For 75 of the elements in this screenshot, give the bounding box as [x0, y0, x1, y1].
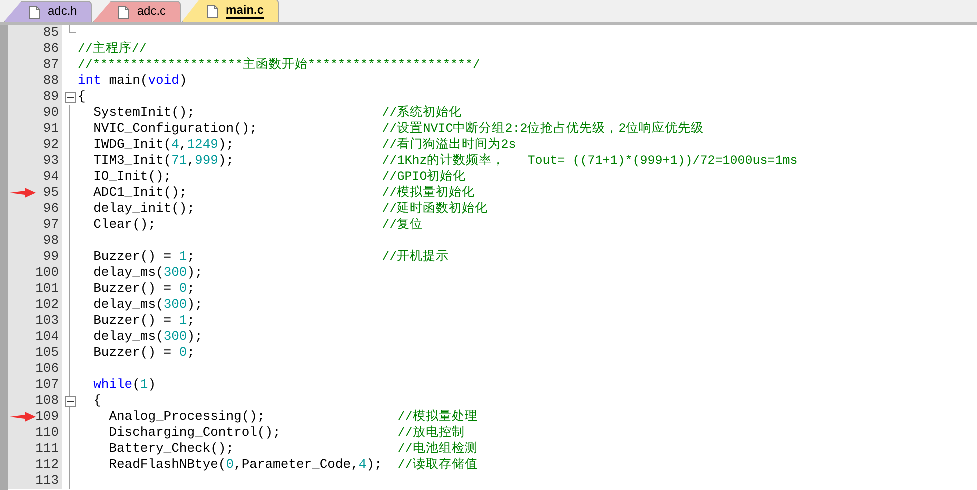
line-number: 103 — [8, 313, 62, 329]
line-number: 92 — [8, 137, 62, 153]
line-number: 100 — [8, 265, 62, 281]
line-number: 90 — [8, 105, 62, 121]
code-text: Battery_Check(); — [109, 441, 236, 457]
code-text: Buzzer() = 1; — [94, 313, 196, 329]
line-number: 88 — [8, 73, 62, 89]
code-comment: //复位 — [382, 217, 424, 233]
line-number: 109 — [8, 409, 62, 425]
code-text: delay_init(); — [94, 201, 196, 217]
line-number: 102 — [8, 297, 62, 313]
code-text: Analog_Processing(); — [109, 409, 266, 425]
line-number: 101 — [8, 281, 62, 297]
code-comment: //系统初始化 — [382, 105, 462, 121]
code-text: TIM3_Init(71,999); — [94, 153, 236, 169]
collapse-toggle[interactable] — [64, 92, 76, 102]
code-comment: //主程序// — [78, 41, 148, 57]
line-number: 105 — [8, 345, 62, 361]
code-text: Buzzer() = 1; — [94, 249, 196, 265]
code-comment: //********************主函数开始**********************/ — [78, 57, 481, 73]
line-number: 94 — [8, 169, 62, 185]
code-comment: //开机提示 — [382, 249, 450, 265]
document-icon — [207, 4, 218, 18]
line-number: 111 — [8, 441, 62, 457]
code-text: Buzzer() = 0; — [94, 281, 196, 297]
file-tab[interactable]: adc.c — [93, 1, 182, 22]
collapse-toggle[interactable] — [64, 396, 76, 406]
code-comment: //模拟量处理 — [398, 409, 478, 425]
code-text: Clear(); — [94, 217, 158, 233]
line-number: 89 — [8, 89, 62, 105]
code-text: ADC1_Init(); — [94, 185, 188, 201]
line-number: 95 — [8, 185, 62, 201]
code-comment: //GPIO初始化 — [382, 169, 466, 185]
code-text: SystemInit(); — [94, 105, 196, 121]
code-text: Buzzer() = 0; — [94, 345, 196, 361]
code-comment: //放电控制 — [398, 425, 465, 441]
line-number: 98 — [8, 233, 62, 249]
code-text: { — [78, 89, 87, 105]
code-text: delay_ms(300); — [94, 297, 204, 313]
line-number: 113 — [8, 473, 62, 489]
code-comment: //电池组检测 — [398, 441, 478, 457]
line-number: 104 — [8, 329, 62, 345]
document-icon — [118, 6, 130, 18]
line-number: 106 — [8, 361, 62, 377]
document-icon — [29, 6, 40, 18]
code-comment: //设置NVIC中断分组2:2位抢占优先级，2位响应优先级 — [382, 121, 704, 137]
code-text: delay_ms(300); — [94, 329, 204, 345]
code-comment: //看门狗溢出时间为2s — [382, 137, 516, 153]
code-text: ReadFlashNBtye(0,Parameter_Code,4); — [109, 457, 384, 473]
code-text: IWDG_Init(4,1249); — [94, 137, 236, 153]
code-comment: //延时函数初始化 — [382, 201, 488, 217]
line-number: 87 — [8, 57, 62, 73]
code-text: Discharging_Control(); — [109, 425, 282, 441]
line-number: 107 — [8, 377, 62, 393]
code-comment: //模拟量初始化 — [382, 185, 476, 201]
line-number: 108 — [8, 393, 62, 409]
line-number: 86 — [8, 41, 62, 57]
code-text: NVIC_Configuration(); — [94, 121, 258, 137]
code-text: while(1) — [94, 377, 158, 393]
line-number: 91 — [8, 121, 62, 137]
code-text: delay_ms(300); — [94, 265, 204, 281]
code-text: int main(void) — [78, 73, 188, 89]
line-number: 99 — [8, 249, 62, 265]
code-text: IO_Init(); — [94, 169, 173, 185]
file-tab[interactable]: adc.h — [4, 1, 92, 22]
line-number: 97 — [8, 217, 62, 233]
line-number: 85 — [8, 25, 62, 41]
line-number: 112 — [8, 457, 62, 473]
code-comment: //1Khz的计数频率， Tout= ((71+1)*(999+1))/72=1000us=1ms — [382, 153, 798, 169]
code-comment: //读取存储值 — [398, 457, 478, 473]
line-number: 93 — [8, 153, 62, 169]
code-text: { — [94, 393, 102, 409]
file-tab[interactable]: main.c — [182, 0, 280, 22]
line-number: 110 — [8, 425, 62, 441]
line-number: 96 — [8, 201, 62, 217]
